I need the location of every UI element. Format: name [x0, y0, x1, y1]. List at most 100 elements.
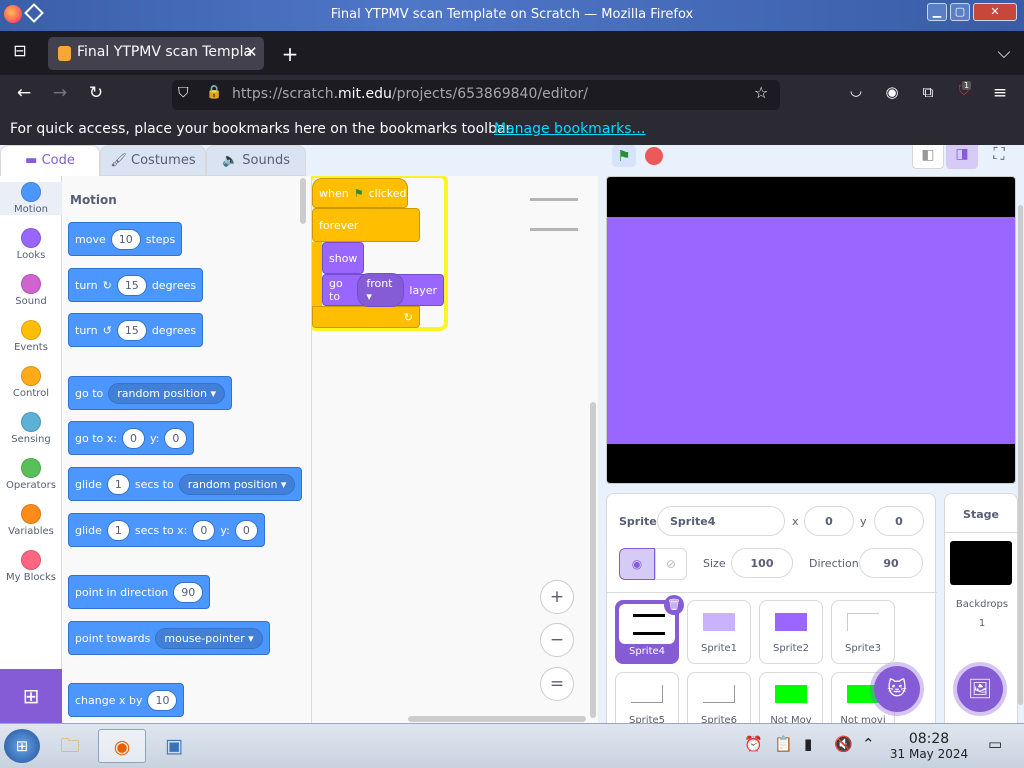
block-point-towards[interactable]: point towards mouse-pointer ▾ — [68, 621, 270, 655]
url-bar[interactable]: ⛉ 🔒 https://scratch.mit.edu/projects/653… — [172, 80, 780, 110]
zoom-in-button[interactable]: + — [540, 580, 574, 614]
zoom-out-button[interactable]: − — [540, 623, 574, 657]
firefox-taskbar-icon[interactable]: ◉ — [98, 729, 146, 763]
block-move-steps[interactable]: move 10 steps — [68, 222, 183, 256]
category-looks[interactable]: Looks — [0, 228, 62, 261]
category-menu: Motion Looks Sound Events Control Sensin… — [0, 176, 62, 672]
choose-sprite-button[interactable]: 🐱 — [874, 666, 920, 712]
size-field[interactable]: 100 — [731, 548, 793, 578]
workspace-vscrollbar[interactable] — [590, 402, 596, 718]
block-turn-right[interactable]: turn ↻ 15 degrees — [68, 268, 204, 302]
workspace-hscrollbar[interactable] — [408, 716, 586, 722]
category-events[interactable]: Events — [0, 320, 62, 353]
x-field[interactable]: 0 — [804, 506, 854, 536]
shield-icon[interactable]: ⛉ — [178, 85, 189, 101]
script-workspace[interactable]: when ⚑ clicked forever ↻ show go to front ▾… — [312, 176, 598, 723]
sprite-thumb-not-mov[interactable]: Not Mov — [759, 672, 823, 723]
fullscreen-icon[interactable]: ⛶ — [986, 145, 1012, 169]
extensions-icon[interactable]: ⧉ — [916, 83, 940, 101]
small-stage-button[interactable]: ◧ — [912, 145, 944, 169]
my-blocks-dot-icon — [21, 550, 41, 570]
category-variables[interactable]: Variables — [0, 504, 62, 537]
tab-overflow-chevron-icon[interactable]: ⌵ — [992, 43, 1016, 63]
block-go-to-layer[interactable]: go to front ▾ layer — [322, 273, 444, 307]
palette-scrollbar[interactable] — [300, 178, 306, 224]
block-point-direction[interactable]: point in direction 90 — [68, 575, 211, 609]
new-tab-button[interactable]: + — [278, 42, 302, 66]
tab-code[interactable]: ▬ Code — [0, 145, 100, 176]
direction-field[interactable]: 90 — [859, 548, 923, 578]
zoom-reset-button[interactable]: = — [540, 667, 574, 701]
block-when-flag-clicked[interactable]: when ⚑ clicked — [312, 178, 408, 208]
file-manager-icon[interactable]: 🗀 — [52, 729, 88, 763]
account-icon[interactable]: ◉ — [880, 83, 904, 101]
sprite-thumb-sprite1[interactable]: Sprite1 — [687, 600, 751, 664]
sprite-thumb-sprite3[interactable]: Sprite3 — [831, 600, 895, 664]
block-glide-random[interactable]: glide 1 secs to random position ▾ — [68, 467, 303, 501]
tab-list-icon[interactable]: ⊟ — [8, 41, 32, 60]
menu-icon[interactable]: ≡ — [988, 83, 1012, 103]
sprite-thumb-sprite5[interactable]: Sprite5 — [615, 672, 679, 723]
show-hidden-button[interactable]: ⊘ — [655, 548, 687, 580]
stage-backdrop-thumb[interactable] — [950, 541, 1012, 585]
maximize-button[interactable]: ▢ — [950, 3, 970, 21]
volume-muted-icon[interactable]: 🔇 — [834, 735, 853, 753]
large-stage-button[interactable]: ◨ — [946, 145, 978, 169]
delete-sprite-icon[interactable]: 🗑 — [664, 595, 684, 615]
show-desktop-icon[interactable]: ▭ — [988, 735, 1002, 753]
bookmark-star-icon[interactable]: ☆ — [754, 83, 768, 102]
category-sensing[interactable]: Sensing — [0, 412, 62, 445]
block-turn-left[interactable]: turn ↺ 15 degrees — [68, 313, 204, 347]
palette-heading: Motion — [70, 193, 117, 207]
back-arrow-icon[interactable]: ← — [12, 83, 36, 103]
y-field[interactable]: 0 — [874, 506, 924, 536]
tab-sounds[interactable]: 🔈 Sounds — [206, 145, 306, 176]
minimize-button[interactable]: ▁ — [927, 3, 947, 21]
clock-date[interactable]: 31 May 2024 — [885, 747, 973, 761]
start-button[interactable]: ⊞ — [4, 729, 40, 763]
block-change-x[interactable]: change x by 10 — [68, 683, 185, 717]
x-label: x — [792, 515, 799, 528]
tab-costumes[interactable]: 🖌 Costumes — [100, 145, 206, 176]
sprite-thumb-sprite2[interactable]: Sprite2 — [759, 600, 823, 664]
block-go-to-xy[interactable]: go to x: 0 y: 0 — [68, 421, 195, 455]
show-visible-button[interactable]: ◉ — [619, 548, 655, 580]
page-scrollbar[interactable] — [1018, 205, 1023, 705]
control-panel-icon[interactable]: ▣ — [156, 729, 192, 763]
tray-expand-icon[interactable]: ⌃ — [862, 735, 875, 753]
motion-dot-icon — [21, 182, 41, 202]
block-glide-xy[interactable]: glide 1 secs to x: 0 y: 0 — [68, 513, 265, 547]
battery-icon[interactable]: ▮ — [804, 735, 812, 753]
browser-tab-active[interactable]: Final YTPMV scan Templa ✕ — [48, 37, 264, 70]
reload-icon[interactable]: ↻ — [84, 83, 108, 103]
bookmarks-toolbar: For quick access, place your bookmarks h… — [0, 115, 1024, 145]
alarm-icon[interactable]: ⏰ — [744, 735, 763, 753]
close-button[interactable]: ✕ — [973, 3, 1017, 21]
sprite-name-field[interactable]: Sprite4 — [657, 506, 785, 536]
block-go-to[interactable]: go to random position ▾ — [68, 376, 233, 410]
brush-icon: 🖌 — [110, 153, 132, 168]
stage-panel-title: Stage — [963, 508, 999, 521]
add-extension-button[interactable]: ⊞ — [0, 669, 62, 723]
stop-button[interactable] — [645, 147, 663, 165]
category-my-blocks[interactable]: My Blocks — [0, 550, 62, 583]
stage-canvas[interactable] — [606, 176, 1016, 484]
clock-time[interactable]: 08:28 — [890, 731, 968, 747]
category-motion[interactable]: Motion — [0, 182, 62, 215]
manage-bookmarks-link[interactable]: Manage bookmarks… — [494, 121, 646, 137]
sprite-thumb-sprite6[interactable]: Sprite6 — [687, 672, 751, 723]
choose-backdrop-button[interactable]: 🖼 — [957, 666, 1003, 712]
block-show[interactable]: show — [322, 242, 364, 274]
category-operators[interactable]: Operators — [0, 458, 62, 491]
loop-arrow-icon: ↻ — [403, 310, 413, 324]
dock-line-2 — [530, 228, 578, 231]
block-forever[interactable]: forever — [312, 208, 420, 242]
category-control[interactable]: Control — [0, 366, 62, 399]
forward-arrow-icon[interactable]: → — [48, 83, 72, 103]
green-flag-button[interactable]: ⚑ — [612, 145, 636, 167]
category-sound[interactable]: Sound — [0, 274, 62, 307]
clipboard-icon[interactable]: 📋 — [774, 735, 793, 753]
lock-icon[interactable]: 🔒 — [206, 85, 222, 100]
pocket-icon[interactable]: ◡ — [844, 83, 868, 99]
tab-close-icon[interactable]: ✕ — [245, 43, 258, 61]
